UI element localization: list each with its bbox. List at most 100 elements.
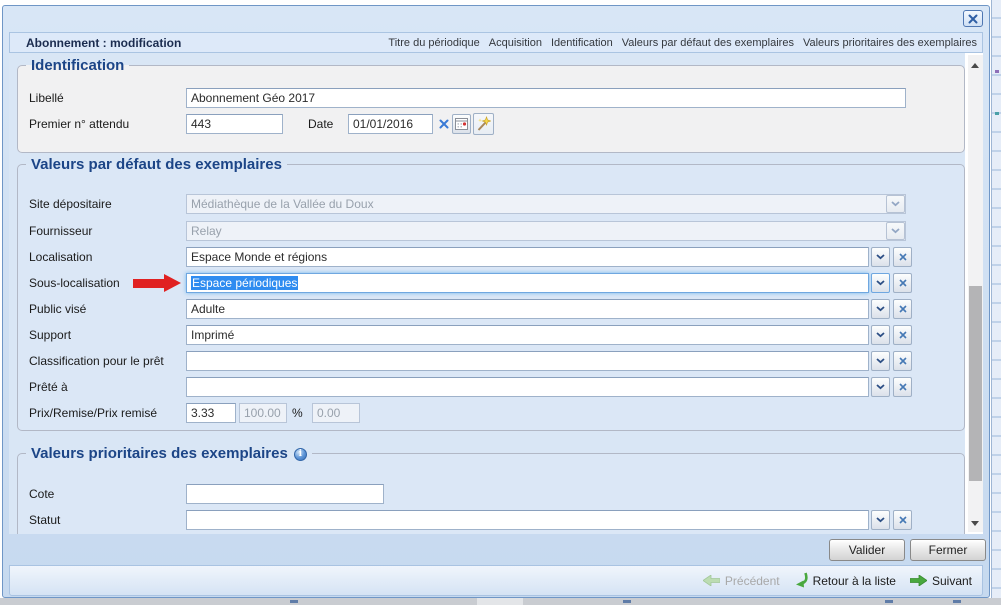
valeurs-prioritaires-section-title: Valeurs prioritaires des exemplairesi (26, 445, 312, 462)
background-page-mark (995, 112, 999, 115)
clear-x-icon (899, 253, 907, 261)
classification-pret-input[interactable] (186, 351, 869, 371)
support-clear-button[interactable] (893, 325, 912, 345)
scrollbar-thumb[interactable] (969, 286, 982, 481)
localisation-input[interactable] (186, 247, 869, 267)
clear-x-icon (899, 305, 907, 313)
red-arrow-pointer (133, 279, 164, 288)
background-page-bottom (0, 598, 1001, 605)
cote-label: Cote (29, 487, 54, 501)
identification-section-title: Identification (26, 57, 129, 74)
prix-input[interactable] (186, 403, 236, 423)
chevron-down-icon (891, 201, 900, 207)
classification-pret-clear-button[interactable] (893, 351, 912, 371)
nav-link-titre-periodique[interactable]: Titre du périodique (388, 37, 479, 49)
remise-input (239, 403, 287, 423)
public-vise-label: Public visé (29, 302, 86, 316)
sous-localisation-input[interactable]: Espace périodiques (186, 273, 869, 293)
sous-localisation-label: Sous-localisation (29, 276, 120, 290)
classification-pret-dropdown-button[interactable] (871, 351, 890, 371)
support-dropdown-button[interactable] (871, 325, 890, 345)
chevron-down-icon (876, 280, 885, 286)
background-page-mark (290, 600, 298, 603)
classification-pret-label: Classification pour le prêt (29, 354, 164, 368)
background-page-sliver (991, 0, 1001, 605)
dialog-title: Abonnement : modification (10, 36, 181, 50)
date-clear-button[interactable] (437, 117, 450, 130)
dialog-header: Abonnement : modification Titre du pério… (9, 32, 983, 53)
date-wand-button[interactable] (473, 113, 494, 135)
section-nav: Titre du périodique Acquisition Identifi… (388, 37, 982, 49)
clear-x-icon (899, 331, 907, 339)
chevron-down-icon (876, 306, 885, 312)
site-depositaire-label: Site dépositaire (29, 197, 112, 211)
nav-link-acquisition[interactable]: Acquisition (489, 37, 542, 49)
chevron-down-icon (876, 332, 885, 338)
premier-numero-input[interactable] (186, 114, 283, 134)
nav-link-valeurs-prioritaires[interactable]: Valeurs prioritaires des exemplaires (803, 37, 977, 49)
vertical-scrollbar (968, 55, 983, 532)
prete-a-input[interactable] (186, 377, 869, 397)
sous-localisation-clear-button[interactable] (893, 273, 912, 293)
fournisseur-input (186, 221, 906, 241)
libelle-label: Libellé (29, 91, 64, 105)
background-page-block (477, 598, 523, 605)
scroll-down-arrow-icon[interactable] (971, 521, 979, 526)
prete-a-dropdown-button[interactable] (871, 377, 890, 397)
prete-a-clear-button[interactable] (893, 377, 912, 397)
arrow-left-icon (703, 575, 720, 586)
statut-dropdown-button[interactable] (871, 510, 890, 530)
clear-x-icon (899, 516, 907, 524)
form-scroll-area: Identification Valeurs par défaut des ex… (9, 53, 965, 534)
localisation-clear-button[interactable] (893, 247, 912, 267)
close-icon (968, 14, 978, 24)
chevron-down-icon (876, 517, 885, 523)
valider-button[interactable]: Valider (829, 539, 905, 561)
precedent-link: Précédent (703, 574, 780, 588)
valeurs-defaut-section-title: Valeurs par défaut des exemplaires (26, 156, 287, 173)
background-page-mark (885, 600, 893, 603)
date-calendar-button[interactable] (452, 114, 471, 134)
suivant-link[interactable]: Suivant (910, 574, 972, 588)
site-depositaire-dropdown-button (886, 195, 905, 213)
public-vise-input[interactable] (186, 299, 869, 319)
prete-a-label: Prêté à (29, 380, 68, 394)
statut-input[interactable] (186, 510, 869, 530)
retour-liste-link[interactable]: Retour à la liste (794, 572, 896, 589)
fournisseur-label: Fournisseur (29, 224, 92, 238)
chevron-down-icon (891, 228, 900, 234)
close-button[interactable] (963, 10, 983, 27)
background-page-mark (623, 600, 631, 603)
nav-link-valeurs-defaut[interactable]: Valeurs par défaut des exemplaires (622, 37, 794, 49)
calendar-icon (455, 118, 468, 130)
info-icon[interactable]: i (294, 448, 307, 461)
red-arrow-pointer-tip (164, 274, 181, 292)
statut-label: Statut (29, 513, 60, 527)
sous-localisation-dropdown-button[interactable] (871, 273, 890, 293)
return-arrow-icon (794, 572, 808, 589)
statut-clear-button[interactable] (893, 510, 912, 530)
background-page-mark (995, 70, 999, 73)
chevron-down-icon (876, 358, 885, 364)
localisation-dropdown-button[interactable] (871, 247, 890, 267)
date-input[interactable] (348, 114, 433, 134)
support-label: Support (29, 328, 71, 342)
fermer-button[interactable]: Fermer (910, 539, 986, 561)
prix-label: Prix/Remise/Prix remisé (29, 406, 157, 420)
dialog-body: Identification Valeurs par défaut des ex… (9, 53, 983, 534)
abonnement-dialog: Abonnement : modification Titre du pério… (2, 5, 990, 598)
nav-link-identification[interactable]: Identification (551, 37, 613, 49)
prix-remise-input (312, 403, 360, 423)
localisation-label: Localisation (29, 250, 92, 264)
screen: Abonnement : modification Titre du pério… (0, 0, 1001, 605)
libelle-input[interactable] (186, 88, 906, 108)
cote-input[interactable] (186, 484, 384, 504)
premier-numero-label: Premier n° attendu (29, 117, 129, 131)
public-vise-clear-button[interactable] (893, 299, 912, 319)
scroll-up-arrow-icon[interactable] (971, 63, 979, 68)
clear-x-icon (439, 119, 449, 129)
public-vise-dropdown-button[interactable] (871, 299, 890, 319)
background-page-mark (953, 600, 961, 603)
support-input[interactable] (186, 325, 869, 345)
selected-text: Espace périodiques (191, 276, 298, 290)
